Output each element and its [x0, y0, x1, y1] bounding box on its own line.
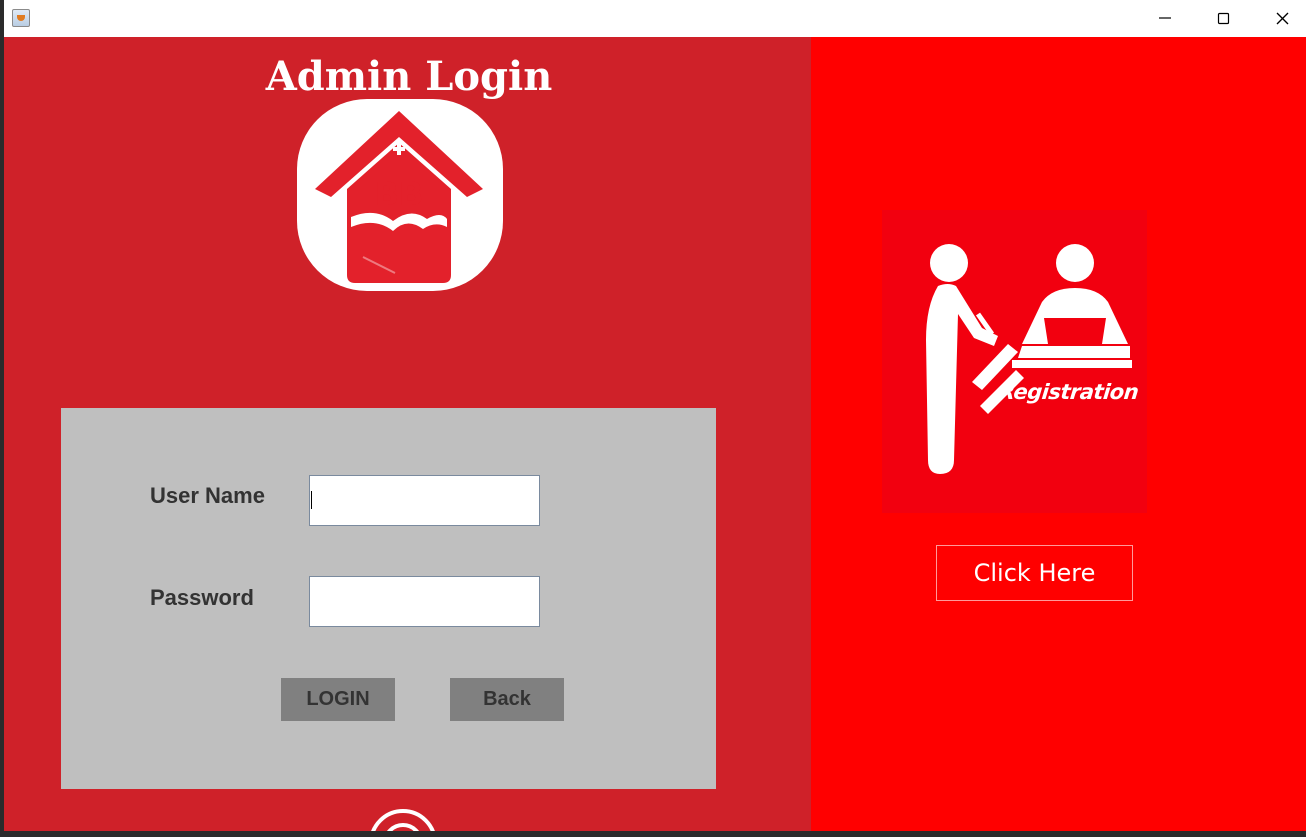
login-form: User Name Password LOGIN Back — [61, 408, 716, 789]
close-button[interactable] — [1254, 0, 1306, 37]
maximize-button[interactable] — [1195, 0, 1253, 37]
close-icon — [1276, 12, 1289, 25]
registration-button[interactable]: Click Here — [936, 545, 1133, 601]
back-button[interactable]: Back — [450, 678, 564, 721]
registration-caption: Registration — [997, 380, 1140, 404]
username-input[interactable] — [309, 475, 540, 526]
page-title: Admin Login — [265, 53, 553, 100]
minimize-icon — [1159, 17, 1171, 19]
logo-text: BB — [375, 175, 424, 213]
java-app-icon — [12, 9, 30, 27]
password-label: Password — [150, 585, 254, 610]
username-label: User Name — [150, 483, 265, 508]
login-button[interactable]: LOGIN — [281, 678, 395, 721]
app-window: Admin Login BB User Name Password LOGIN … — [4, 0, 1306, 831]
blood-bank-logo-icon: BB — [297, 99, 503, 291]
title-bar — [4, 0, 1306, 37]
minimize-button[interactable] — [1136, 0, 1194, 37]
partial-circle-logo-icon — [371, 809, 435, 831]
text-caret — [311, 491, 312, 509]
registration-panel: Registration Click Here — [811, 37, 1306, 831]
login-panel: Admin Login BB User Name Password LOGIN … — [4, 37, 811, 831]
maximize-icon — [1217, 12, 1230, 25]
password-input[interactable] — [309, 576, 540, 627]
registration-image-frame: Registration — [882, 210, 1147, 513]
